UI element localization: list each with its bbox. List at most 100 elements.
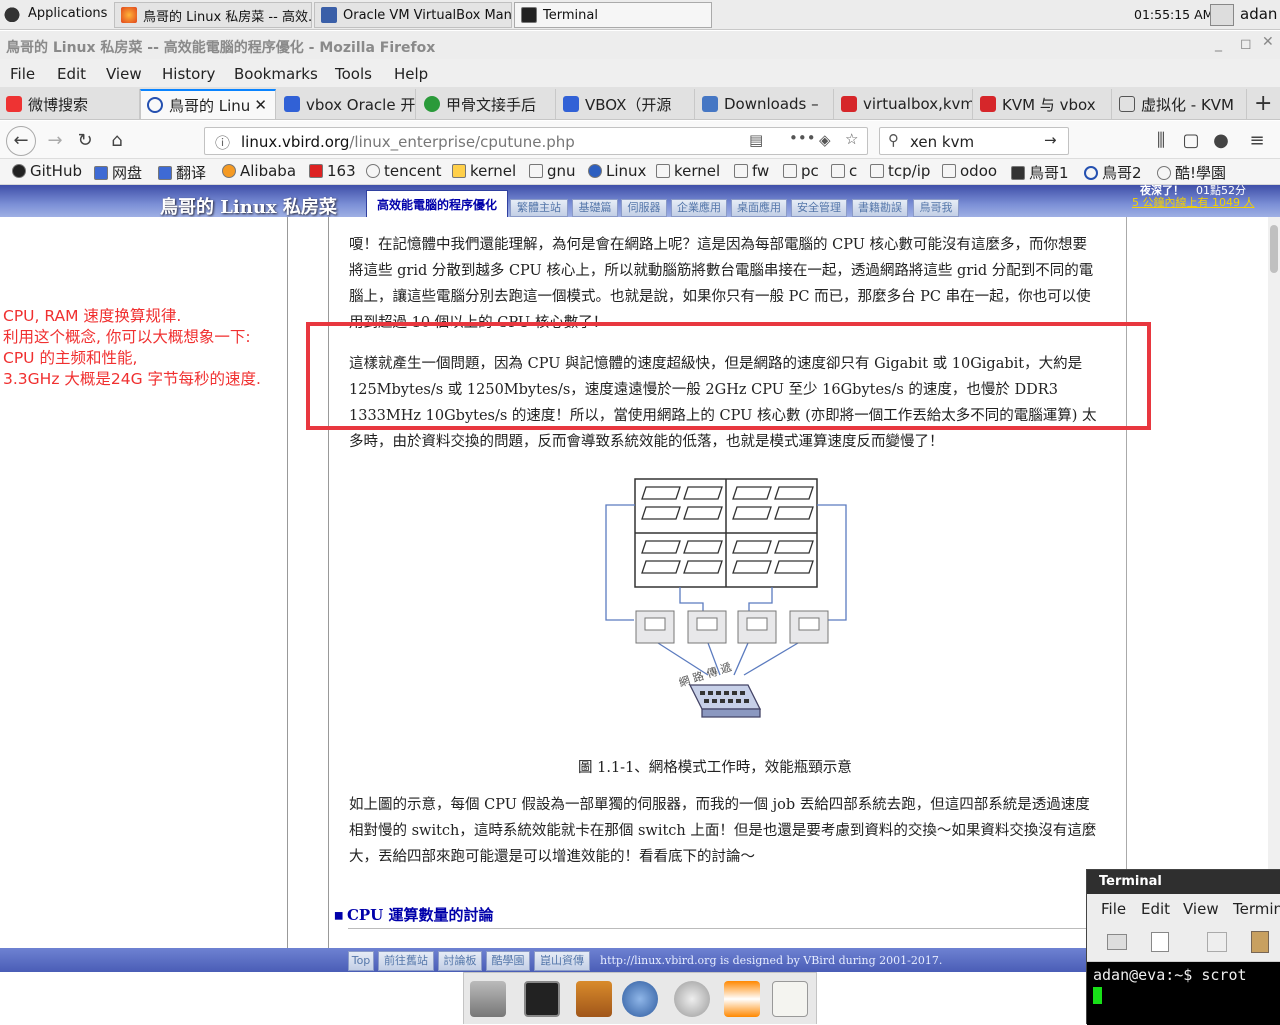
footer-link-forum[interactable]: 討論板 xyxy=(438,951,482,971)
keyboard-icon[interactable] xyxy=(1210,4,1234,26)
search-launcher-icon[interactable] xyxy=(674,981,710,1017)
site-tab-security[interactable]: 安全管理 xyxy=(791,199,847,217)
copy-icon[interactable] xyxy=(1207,932,1227,952)
bookmark-star-icon[interactable]: ☆ xyxy=(845,130,858,148)
reader-view-icon[interactable]: ▤ xyxy=(749,131,763,149)
bookmark-folder-odoo[interactable]: odoo xyxy=(942,162,997,180)
bookmark-folder-tcpip[interactable]: tcp/ip xyxy=(870,162,930,180)
new-tab-icon[interactable]: + xyxy=(1254,91,1272,116)
footer-link-old-site[interactable]: 前往舊站 xyxy=(378,951,434,971)
user-name[interactable]: adan xyxy=(1240,5,1277,23)
menu-help[interactable]: Help xyxy=(394,65,428,83)
site-tab-about[interactable]: 鳥哥我 xyxy=(913,199,959,217)
terminal-menu-terminal[interactable]: Termin xyxy=(1233,900,1280,918)
panel-clock[interactable]: 01:55:15 AM xyxy=(1134,7,1213,22)
bookmark-kernel[interactable]: kernel xyxy=(452,162,516,180)
new-tab-icon[interactable] xyxy=(1107,934,1127,950)
menu-file[interactable]: File xyxy=(10,65,35,83)
site-tab-main[interactable]: 繁體主站 xyxy=(510,199,568,217)
back-icon[interactable]: ← xyxy=(6,126,36,156)
paste-icon[interactable] xyxy=(1251,931,1269,953)
page-actions-icon[interactable]: ••• xyxy=(789,129,816,147)
bookmark-cool[interactable]: 酷!學園 xyxy=(1157,162,1226,183)
site-tab-server[interactable]: 伺服器 xyxy=(621,199,667,217)
bookmark-tencent[interactable]: tencent xyxy=(366,162,441,180)
tab-virtualization-kvm[interactable]: 虚拟化 - KVM xyxy=(1113,89,1247,119)
task-firefox[interactable]: 鳥哥的 Linux 私房菜 -- 高效... xyxy=(114,2,312,28)
minimize-icon[interactable]: _ xyxy=(1215,36,1222,52)
menu-tools[interactable]: Tools xyxy=(335,65,372,83)
search-icon: ⚲ xyxy=(888,131,899,149)
menu-bookmarks[interactable]: Bookmarks xyxy=(234,65,318,83)
bookmark-vbird1[interactable]: 鳥哥1 xyxy=(1011,162,1069,183)
show-desktop-icon[interactable] xyxy=(470,981,506,1017)
library-icon[interactable]: ⫼ xyxy=(1148,128,1174,154)
file-manager-icon[interactable] xyxy=(576,981,612,1017)
info-icon[interactable]: ⓘ xyxy=(215,132,230,153)
search-field[interactable]: ⚲ xen kvm → xyxy=(879,127,1069,155)
footer-link-top[interactable]: Top xyxy=(348,951,374,971)
bookmark-folder-fw[interactable]: fw xyxy=(734,162,769,180)
site-tab-enterprise[interactable]: 企業應用 xyxy=(671,199,727,217)
url-bar[interactable]: ⓘ linux.vbird.org/linux_enterprise/cputu… xyxy=(204,127,868,155)
terminal-menu-file[interactable]: File xyxy=(1101,900,1126,918)
menu-edit[interactable]: Edit xyxy=(57,65,86,83)
bookmark-folder-c[interactable]: c xyxy=(831,162,857,180)
bookmark-163[interactable]: 163 xyxy=(309,162,356,180)
home-icon[interactable]: ⌂ xyxy=(104,128,130,154)
section-heading[interactable]: ■ CPU 運算數量的討論 xyxy=(334,904,493,925)
bookmark-netdisk[interactable]: 网盘 xyxy=(94,162,142,183)
pocket-icon[interactable]: ◈ xyxy=(819,131,831,149)
hamburger-menu-icon[interactable]: ≡ xyxy=(1244,128,1270,154)
site-tab-desktop[interactable]: 桌面應用 xyxy=(731,199,787,217)
vlc-icon[interactable] xyxy=(724,981,760,1017)
bookmark-folder-pc[interactable]: pc xyxy=(783,162,819,180)
site-title[interactable]: 鳥哥的 Linux 私房菜 xyxy=(160,193,337,219)
footer-link-ksu[interactable]: 崑山資傳 xyxy=(534,951,590,971)
bookmark-alibaba[interactable]: Alibaba xyxy=(222,162,296,180)
page-scrollbar[interactable] xyxy=(1268,217,1280,948)
task-virtualbox[interactable]: Oracle VM VirtualBox Mana... xyxy=(314,2,512,28)
sidebar-icon[interactable]: ▢ xyxy=(1178,128,1204,154)
terminal-menu-edit[interactable]: Edit xyxy=(1141,900,1170,918)
menu-view[interactable]: View xyxy=(106,65,142,83)
bookmark-gnu[interactable]: gnu xyxy=(529,162,576,180)
site-tab-active[interactable]: 高效能電腦的程序優化 xyxy=(366,190,508,218)
reload-icon[interactable]: ↻ xyxy=(72,128,98,154)
tab-close-icon[interactable]: ✕ xyxy=(254,96,267,114)
terminal-window[interactable]: Terminal File Edit View Termin adan@eva:… xyxy=(1086,869,1280,1025)
bookmark-linux[interactable]: Linux xyxy=(588,162,646,180)
bookmark-github[interactable]: GitHub xyxy=(12,162,82,180)
tab-vbird[interactable]: 鳥哥的 Linu ✕ xyxy=(140,89,276,119)
close-icon[interactable]: ✕ xyxy=(1262,34,1274,50)
search-go-icon[interactable]: → xyxy=(1044,131,1057,149)
terminal-title[interactable]: Terminal xyxy=(1087,870,1280,894)
tab-kvm-vbox[interactable]: KVM 与 vbox xyxy=(974,89,1112,119)
footer-link-cool[interactable]: 酷學園 xyxy=(486,951,530,971)
applications-menu[interactable]: Applications xyxy=(4,4,107,22)
maximize-icon[interactable]: ◻ xyxy=(1240,36,1252,52)
extension-icon[interactable]: ● xyxy=(1208,128,1234,154)
site-tab-errata[interactable]: 書籍勘誤 xyxy=(852,199,908,217)
bookmark-folder-kernel[interactable]: kernel xyxy=(656,162,720,180)
tab-oracle[interactable]: 甲骨文接手后 xyxy=(418,89,556,119)
menu-history[interactable]: History xyxy=(162,65,215,83)
site-tab-basic[interactable]: 基礎篇 xyxy=(572,199,618,217)
tab-downloads[interactable]: Downloads – xyxy=(696,89,834,119)
web-browser-icon[interactable] xyxy=(622,981,658,1017)
tab-vbox-open[interactable]: VBOX（开源 xyxy=(557,89,695,119)
terminal-menu-view[interactable]: View xyxy=(1183,900,1219,918)
bookmark-translate[interactable]: 翻译 xyxy=(158,162,206,183)
terminal-launcher-icon[interactable] xyxy=(524,981,560,1017)
text-editor-icon[interactable] xyxy=(772,981,808,1017)
site-online-count[interactable]: 5 公鐘內線上有 1049 人 xyxy=(1132,197,1254,209)
tab-virtualbox-kvm[interactable]: virtualbox,kvm xyxy=(835,89,973,119)
tab-vbox-oracle[interactable]: vbox Oracle 开 xyxy=(278,89,416,119)
task-terminal[interactable]: Terminal xyxy=(514,2,712,28)
scrollbar-thumb[interactable] xyxy=(1270,225,1278,273)
terminal-output[interactable]: adan@eva:~$ scrot xyxy=(1087,962,1280,1025)
tab-weibo[interactable]: 微博搜索 xyxy=(0,89,140,119)
new-window-icon[interactable] xyxy=(1151,932,1169,952)
bookmark-vbird2[interactable]: 鳥哥2 xyxy=(1084,162,1142,183)
forward-icon[interactable]: → xyxy=(42,128,68,154)
